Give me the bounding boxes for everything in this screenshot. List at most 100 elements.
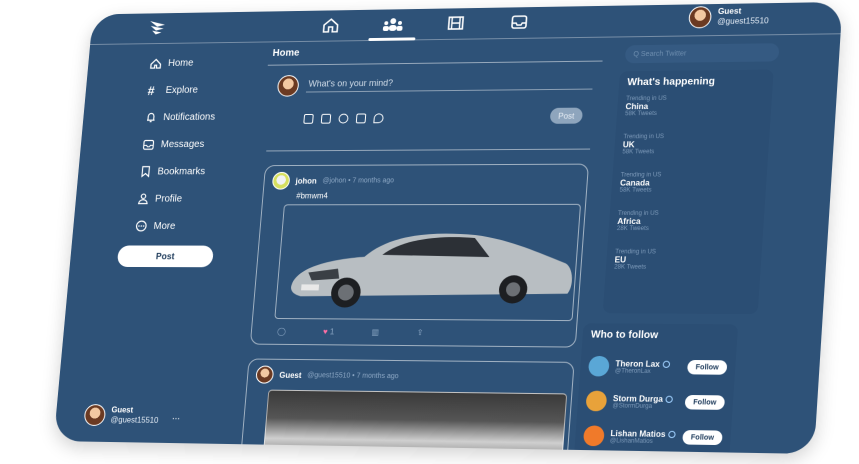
trend-topic: Canada bbox=[620, 178, 758, 188]
poll-icon[interactable] bbox=[321, 114, 332, 124]
stage: Guest @guest15510 Home # Explore Notific… bbox=[0, 0, 859, 464]
tweet-actions: ◯ ♥ 1 ▥ ⇪ bbox=[277, 327, 568, 338]
search-input[interactable]: Q Search Twitter bbox=[625, 43, 780, 63]
tweet-meta: @guest15510 • 7 months ago bbox=[307, 372, 399, 380]
trend-topic: EU bbox=[614, 255, 753, 265]
sidebar-item-label: Bookmarks bbox=[157, 166, 206, 177]
like-button[interactable]: ♥ 1 bbox=[323, 327, 335, 336]
sidebar-item-label: Explore bbox=[165, 84, 198, 95]
tweet-image[interactable] bbox=[274, 204, 581, 321]
avatar bbox=[688, 6, 712, 28]
tweet[interactable]: Guest @guest15510 • 7 months ago bbox=[239, 358, 574, 453]
trend-item[interactable]: Trending in US UK 58K Tweets bbox=[621, 133, 761, 172]
trend-item[interactable]: Trending in US China 58K Tweets bbox=[624, 95, 764, 134]
bell-icon bbox=[145, 111, 157, 123]
right-panel: Q Search Twitter What's happening Trendi… bbox=[593, 35, 807, 454]
compose-post-button[interactable]: Post bbox=[550, 108, 583, 124]
more-options-icon[interactable]: ... bbox=[172, 411, 181, 422]
inbox-icon bbox=[142, 139, 154, 150]
follow-item: Theron Lax @TheronLax Follow bbox=[587, 349, 728, 385]
avatar bbox=[585, 391, 607, 412]
follow-title: Who to follow bbox=[590, 329, 729, 341]
trend-count: 58K Tweets bbox=[625, 110, 763, 117]
follow-name[interactable]: Theron Lax bbox=[615, 359, 660, 369]
tweet[interactable]: johon @johon • 7 months ago #bmwm4 ◯ ♥ 1… bbox=[250, 164, 589, 348]
verified-icon bbox=[666, 395, 674, 402]
avatar bbox=[277, 75, 300, 97]
user-handle: @guest15510 bbox=[717, 16, 769, 27]
trend-item[interactable]: Trending in US Canada 58K Tweets bbox=[618, 172, 759, 211]
sidebar-item-explore[interactable]: # Explore bbox=[113, 76, 258, 105]
image-icon[interactable] bbox=[303, 114, 313, 124]
top-nav bbox=[318, 11, 532, 36]
avatar bbox=[255, 366, 274, 384]
trend-item[interactable]: Trending in US EU 28K Tweets bbox=[613, 249, 754, 288]
sidebar-user[interactable]: Guest @guest15510 ... bbox=[83, 404, 181, 427]
trend-count: 58K Tweets bbox=[619, 187, 757, 193]
who-to-follow-panel: Who to follow Theron Lax @TheronLax Foll… bbox=[574, 323, 738, 454]
bookmark-icon bbox=[140, 166, 151, 178]
sidebar-item-label: Home bbox=[168, 57, 194, 68]
home-tab-icon[interactable] bbox=[318, 14, 343, 36]
tweet-text: #bmwm4 bbox=[296, 191, 578, 201]
avatar bbox=[588, 356, 610, 377]
sidebar-item-home[interactable]: Home bbox=[115, 48, 259, 77]
sidebar-item-bookmarks[interactable]: Bookmarks bbox=[105, 157, 250, 185]
follow-name[interactable]: Storm Durga bbox=[613, 393, 664, 403]
follow-name[interactable]: Lishan Matios bbox=[610, 428, 666, 438]
avatar bbox=[272, 172, 291, 190]
compose-tools bbox=[303, 113, 384, 123]
main-feed: Home Post johon @johon • 7 months ago #b… bbox=[235, 38, 604, 452]
logo-icon[interactable] bbox=[147, 19, 169, 37]
trend-count: 28K Tweets bbox=[617, 226, 756, 232]
sidebar-item-messages[interactable]: Messages bbox=[108, 130, 253, 158]
follow-button[interactable]: Follow bbox=[685, 395, 726, 410]
follow-item: Lishan Matios @LishanMatios Follow bbox=[582, 418, 723, 454]
reply-icon[interactable]: ◯ bbox=[277, 327, 286, 336]
inbox-tab-icon[interactable] bbox=[507, 11, 533, 33]
person-icon bbox=[138, 193, 149, 205]
trend-count: 28K Tweets bbox=[614, 264, 753, 271]
film-tab-icon[interactable] bbox=[443, 12, 468, 34]
verified-icon bbox=[668, 430, 676, 437]
trend-item[interactable]: Trending in US Africa 28K Tweets bbox=[615, 211, 756, 250]
sidebar-item-profile[interactable]: Profile bbox=[103, 185, 248, 213]
user-handle: @guest15510 bbox=[110, 415, 159, 426]
verified-icon bbox=[663, 360, 671, 367]
follow-item: Storm Durga @StormDurga Follow bbox=[585, 383, 726, 420]
sidebar-item-notifications[interactable]: Notifications bbox=[110, 103, 255, 131]
groups-tab-icon[interactable] bbox=[380, 13, 405, 35]
trends-panel: What's happening Trending in US China 58… bbox=[603, 69, 774, 314]
sidebar-item-label: Notifications bbox=[163, 111, 216, 122]
tweet-image[interactable] bbox=[262, 390, 567, 454]
follow-handle: @StormDurga bbox=[612, 403, 673, 410]
tweet-author[interactable]: johon bbox=[295, 176, 317, 185]
tweet-meta: @johon • 7 months ago bbox=[322, 177, 394, 184]
sidebar-item-more[interactable]: More bbox=[100, 212, 245, 240]
tweet-author[interactable]: Guest bbox=[279, 370, 302, 379]
trends-title: What's happening bbox=[627, 76, 765, 89]
avatar bbox=[583, 425, 605, 446]
follow-handle: @LishanMatios bbox=[610, 438, 676, 445]
share-icon[interactable]: ⇪ bbox=[416, 328, 423, 337]
trend-topic: Africa bbox=[617, 217, 756, 226]
emoji-icon[interactable] bbox=[338, 114, 349, 124]
hash-icon: # bbox=[147, 83, 160, 98]
stats-icon[interactable]: ▥ bbox=[371, 328, 379, 337]
heart-icon: ♥ bbox=[323, 327, 328, 336]
tweet-header: johon @johon • 7 months ago bbox=[272, 171, 580, 190]
sidebar-item-label: More bbox=[153, 221, 176, 232]
post-button[interactable]: Post bbox=[117, 245, 214, 267]
more-circle-icon bbox=[135, 220, 147, 232]
follow-button[interactable]: Follow bbox=[687, 360, 727, 375]
composer: Post bbox=[266, 62, 596, 152]
tweet-header: Guest @guest15510 • 7 months ago bbox=[255, 366, 565, 388]
schedule-icon[interactable] bbox=[356, 113, 367, 123]
follow-button[interactable]: Follow bbox=[682, 430, 723, 445]
trend-count: 58K Tweets bbox=[622, 149, 760, 156]
compose-input[interactable] bbox=[306, 72, 594, 93]
follow-handle: @TheronLax bbox=[615, 368, 670, 375]
top-user[interactable]: Guest @guest15510 bbox=[688, 5, 770, 28]
location-icon[interactable] bbox=[373, 113, 384, 123]
sidebar-item-label: Profile bbox=[155, 193, 183, 204]
